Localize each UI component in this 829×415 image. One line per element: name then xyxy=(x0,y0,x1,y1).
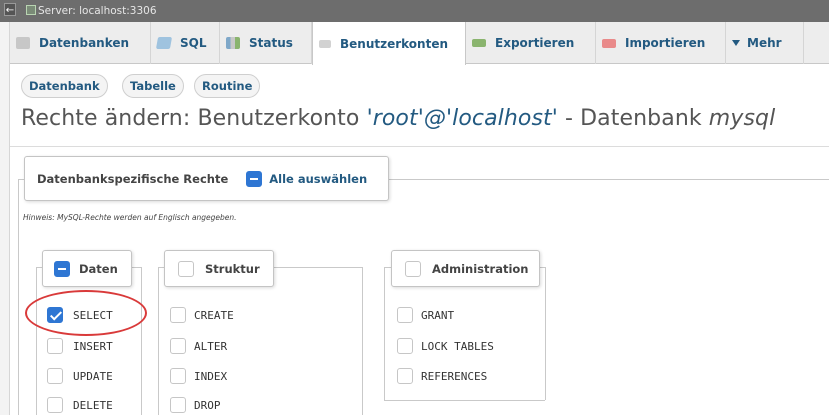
checkbox-create[interactable] xyxy=(170,307,186,323)
title-middle: - Datenbank xyxy=(557,106,709,131)
tab-mehr[interactable]: Mehr xyxy=(726,22,804,64)
group-border-left xyxy=(384,267,385,400)
fieldset-border-left xyxy=(18,179,19,415)
group-border-right xyxy=(141,267,142,415)
group-legend-daten: Daten xyxy=(42,250,132,287)
tab-sql[interactable]: SQL xyxy=(151,22,220,64)
tab-benutzerkonten[interactable]: Benutzerkonten xyxy=(312,22,466,65)
server-breadcrumb-bar: ← Server: localhost:3306 xyxy=(0,0,829,22)
sql-icon xyxy=(155,37,173,49)
select-all-label[interactable]: Alle auswählen xyxy=(269,172,367,186)
privilege-label-index[interactable]: INDEX xyxy=(194,370,227,384)
privilege-label-grant[interactable]: GRANT xyxy=(421,309,454,323)
heading-divider xyxy=(10,146,829,147)
group-border-right xyxy=(362,267,363,415)
group-checkbox-administration[interactable] xyxy=(405,260,421,277)
title-prefix: Rechte ändern: Benutzerkonto xyxy=(21,106,367,131)
privilege-label-delete[interactable]: DELETE xyxy=(73,399,113,413)
tab-label: Datenbanken xyxy=(39,36,130,50)
tab-exportieren[interactable]: Exportieren xyxy=(466,22,596,64)
checkbox-drop[interactable] xyxy=(170,397,186,413)
tab-label: Status xyxy=(249,36,293,50)
checkbox-alter[interactable] xyxy=(170,338,186,354)
tab-label: SQL xyxy=(180,36,207,50)
privilege-label-update[interactable]: UPDATE xyxy=(73,370,113,384)
checkbox-lock-tables[interactable] xyxy=(397,338,413,354)
privilege-label-drop[interactable]: DROP xyxy=(194,399,221,413)
checkbox-update[interactable] xyxy=(47,368,63,384)
tab-label: Benutzerkonten xyxy=(340,36,449,51)
subtab-datenbank[interactable]: Datenbank xyxy=(21,74,108,98)
subtab-tabelle[interactable]: Tabelle xyxy=(122,74,184,98)
export-icon xyxy=(472,39,486,47)
database-icon xyxy=(16,37,30,49)
group-checkbox-daten[interactable] xyxy=(54,260,70,277)
privilege-label-alter[interactable]: ALTER xyxy=(194,340,227,354)
tab-label: Mehr xyxy=(747,36,782,50)
tab-importieren[interactable]: Importieren xyxy=(596,22,726,64)
tab-status[interactable]: Status xyxy=(220,22,312,64)
checkbox-insert[interactable] xyxy=(47,338,63,354)
page-title: Rechte ändern: Benutzerkonto 'root'@'loc… xyxy=(21,104,775,134)
privilege-label-insert[interactable]: INSERT xyxy=(73,340,113,354)
group-title: Daten xyxy=(79,261,118,276)
mysql-rights-hint: Hinweis: MySQL-Rechte werden auf Englisc… xyxy=(23,213,237,222)
group-legend-struktur: Struktur xyxy=(164,250,274,287)
collapse-arrow-icon[interactable]: ← xyxy=(4,3,16,16)
group-legend-administration: Administration xyxy=(391,250,540,287)
checkbox-index[interactable] xyxy=(170,368,186,384)
user-accounts-icon xyxy=(319,39,331,48)
tab-label: Importieren xyxy=(625,36,706,50)
main-tab-bar: Datenbanken SQL Status Benutzerkonten Ex… xyxy=(10,22,829,65)
tab-datenbanken[interactable]: Datenbanken xyxy=(10,22,151,64)
privilege-label-create[interactable]: CREATE xyxy=(194,309,234,323)
title-database: mysql xyxy=(708,106,776,131)
server-icon xyxy=(26,5,36,15)
group-checkbox-struktur[interactable] xyxy=(178,260,194,277)
server-breadcrumb-link[interactable]: Server: localhost:3306 xyxy=(38,3,157,19)
privilege-label-lock-tables[interactable]: LOCK TABLES xyxy=(421,340,494,354)
group-border-left xyxy=(158,267,159,415)
status-icon xyxy=(226,37,240,49)
title-account: 'root'@'localhost' xyxy=(366,106,558,131)
rights-legend-title: Datenbankspezifische Rechte xyxy=(37,171,229,186)
group-border-left xyxy=(36,267,37,415)
import-icon xyxy=(602,38,616,48)
left-frame-edge xyxy=(0,0,10,415)
tab-label: Exportieren xyxy=(495,36,575,50)
caret-down-icon xyxy=(732,40,740,46)
checkbox-grant[interactable] xyxy=(397,307,413,323)
checkbox-delete[interactable] xyxy=(47,397,63,413)
group-border-right xyxy=(545,267,546,400)
checkbox-references[interactable] xyxy=(397,368,413,384)
group-title: Administration xyxy=(432,261,529,276)
select-all-checkbox[interactable] xyxy=(246,170,263,187)
group-title: Struktur xyxy=(205,261,260,276)
select-highlight-ellipse xyxy=(25,290,147,336)
subtab-routine[interactable]: Routine xyxy=(194,74,261,98)
privilege-label-references[interactable]: REFERENCES xyxy=(421,370,487,384)
rights-legend: Datenbankspezifische Rechte Alle auswähl… xyxy=(24,156,389,201)
group-border-bottom xyxy=(384,400,545,401)
